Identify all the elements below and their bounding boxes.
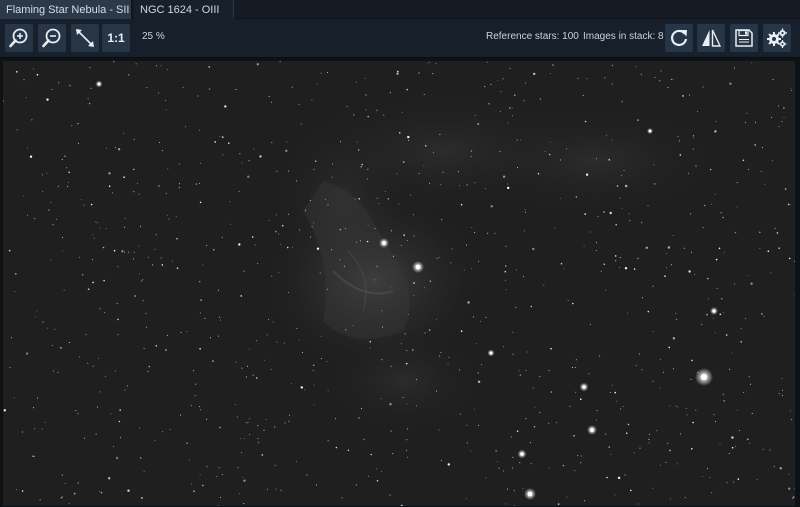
settings-button[interactable] (763, 24, 791, 52)
flip-icon (702, 29, 722, 47)
fit-to-window-button[interactable] (71, 24, 99, 52)
tab-label: Flaming Star Nebula - SII (6, 3, 130, 16)
tab-ngc-1624[interactable]: NGC 1624 - OIII (134, 0, 234, 19)
settings-icon (767, 28, 787, 48)
astro-image[interactable] (3, 61, 795, 506)
one-to-one-button[interactable]: 1:1 (102, 24, 130, 52)
rotate-button[interactable] (665, 24, 693, 52)
images-in-stack-count: Images in stack: 8 (583, 31, 664, 42)
tab-bar: Flaming Star Nebula - SII NGC 1624 - OII… (0, 0, 800, 19)
star-field-image (3, 61, 795, 506)
save-icon (735, 29, 753, 47)
tab-label: NGC 1624 - OIII (140, 3, 220, 16)
toolbar: 1:1 25 % Reference stars: 100 Images in … (0, 19, 800, 57)
flip-button[interactable] (697, 24, 725, 52)
zoom-level: 25 % (142, 31, 165, 42)
zoom-out-icon (42, 28, 61, 48)
reference-stars-count: Reference stars: 100 (486, 31, 579, 42)
image-viewer[interactable] (0, 57, 800, 507)
tab-flaming-star-nebula[interactable]: Flaming Star Nebula - SII (0, 0, 145, 19)
save-button[interactable] (730, 24, 758, 52)
rotate-icon (670, 29, 688, 46)
fit-to-window-icon (76, 29, 94, 47)
zoom-in-icon (9, 28, 28, 48)
zoom-out-button[interactable] (38, 24, 66, 52)
zoom-in-button[interactable] (5, 24, 33, 52)
